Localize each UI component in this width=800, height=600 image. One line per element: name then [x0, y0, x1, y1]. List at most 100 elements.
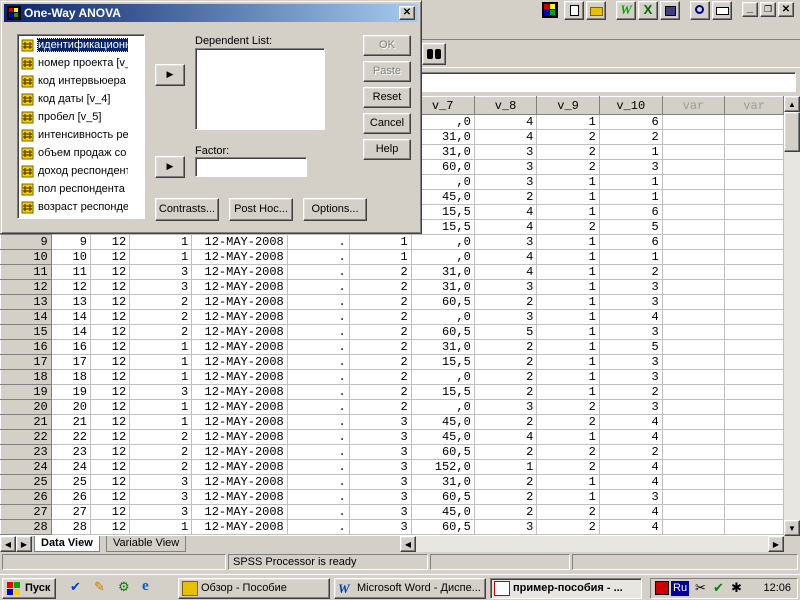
- table-cell[interactable]: 3: [599, 369, 663, 385]
- table-cell[interactable]: 1: [599, 249, 663, 265]
- start-button[interactable]: Пуск: [2, 578, 56, 599]
- ok-button[interactable]: OK: [363, 35, 411, 56]
- table-cell[interactable]: 20: [51, 399, 91, 415]
- table-cell[interactable]: 12: [90, 444, 131, 460]
- table-cell[interactable]: 12-MAY-2008: [191, 489, 288, 505]
- table-cell[interactable]: 23: [51, 444, 91, 460]
- table-cell[interactable]: .: [287, 414, 350, 430]
- table-cell[interactable]: 14: [51, 324, 91, 340]
- table-cell[interactable]: 12-MAY-2008: [191, 294, 288, 310]
- table-cell[interactable]: 4: [599, 414, 663, 430]
- dialog-titlebar[interactable]: One-Way ANOVA ✕: [4, 4, 418, 22]
- table-cell[interactable]: 45,0: [411, 504, 475, 520]
- table-cell[interactable]: 5: [599, 219, 663, 235]
- table-cell[interactable]: 2: [536, 459, 600, 475]
- table-cell[interactable]: [724, 144, 784, 160]
- row-number[interactable]: 18: [0, 369, 52, 385]
- table-cell[interactable]: 3: [599, 399, 663, 415]
- scroll-thumb[interactable]: [144, 52, 145, 172]
- tray-check-icon[interactable]: ✔: [713, 580, 724, 596]
- table-cell[interactable]: [662, 384, 726, 400]
- table-cell[interactable]: 3: [349, 474, 412, 490]
- table-cell[interactable]: 12-MAY-2008: [191, 339, 288, 355]
- table-cell[interactable]: [662, 354, 726, 370]
- table-cell[interactable]: 1: [349, 234, 412, 250]
- table-cell[interactable]: [724, 279, 784, 295]
- row-number[interactable]: 28: [0, 519, 52, 535]
- column-header[interactable]: v_8: [473, 96, 538, 115]
- task-button-spss[interactable]: пример-пособия - ...: [490, 578, 642, 599]
- table-cell[interactable]: 24: [51, 459, 91, 475]
- variable-list-item[interactable]: интенсивность ре: [20, 126, 128, 144]
- table-cell[interactable]: [662, 189, 726, 205]
- table-cell[interactable]: [724, 219, 784, 235]
- table-cell[interactable]: .: [287, 429, 350, 445]
- table-cell[interactable]: 2: [536, 504, 600, 520]
- table-cell[interactable]: [724, 249, 784, 265]
- table-cell[interactable]: 2: [129, 429, 193, 445]
- table-row[interactable]: 17 17 12 1 12-MAY-2008. 2 15,5 2 1 3: [0, 354, 784, 370]
- tab-data-view[interactable]: Data View: [34, 536, 100, 552]
- table-cell[interactable]: .: [287, 474, 350, 490]
- column-header[interactable]: var: [724, 96, 784, 115]
- table-cell[interactable]: 60,5: [411, 519, 475, 535]
- table-cell[interactable]: 2: [474, 384, 538, 400]
- table-cell[interactable]: ,0: [411, 399, 475, 415]
- table-cell[interactable]: 1: [536, 264, 600, 280]
- table-cell[interactable]: 1: [536, 189, 600, 205]
- table-cell[interactable]: ,0: [411, 369, 475, 385]
- variable-list-item[interactable]: идентификационн: [20, 36, 128, 54]
- table-cell[interactable]: 3: [474, 519, 538, 535]
- table-cell[interactable]: .: [287, 384, 350, 400]
- table-cell[interactable]: 12-MAY-2008: [191, 474, 288, 490]
- scroll-up-icon[interactable]: ▲: [784, 96, 800, 112]
- table-cell[interactable]: 60,5: [411, 324, 475, 340]
- table-cell[interactable]: 1: [599, 174, 663, 190]
- table-cell[interactable]: 21: [51, 414, 91, 430]
- row-number[interactable]: 19: [0, 384, 52, 400]
- contrasts-button[interactable]: Contrasts...: [155, 198, 219, 221]
- table-cell[interactable]: [662, 114, 726, 130]
- table-cell[interactable]: 9: [51, 234, 91, 250]
- table-cell[interactable]: [662, 504, 726, 520]
- table-cell[interactable]: 60,5: [411, 444, 475, 460]
- table-cell[interactable]: 3: [474, 174, 538, 190]
- table-cell[interactable]: 1: [536, 354, 600, 370]
- table-cell[interactable]: 3: [474, 159, 538, 175]
- table-cell[interactable]: [724, 504, 784, 520]
- table-cell[interactable]: [662, 489, 726, 505]
- table-cell[interactable]: 1: [536, 384, 600, 400]
- table-cell[interactable]: [662, 324, 726, 340]
- table-cell[interactable]: 12-MAY-2008: [191, 249, 288, 265]
- variable-list-item[interactable]: код даты [v_4]: [20, 90, 128, 108]
- table-cell[interactable]: .: [287, 264, 350, 280]
- file-icon[interactable]: [564, 1, 584, 20]
- table-cell[interactable]: 31,0: [411, 264, 475, 280]
- column-header[interactable]: var: [661, 96, 726, 115]
- table-cell[interactable]: [662, 429, 726, 445]
- table-cell[interactable]: 3: [599, 159, 663, 175]
- table-cell[interactable]: 2: [474, 489, 538, 505]
- table-cell[interactable]: 1: [536, 204, 600, 220]
- table-cell[interactable]: 12: [90, 399, 131, 415]
- table-cell[interactable]: 1: [536, 489, 600, 505]
- save-icon[interactable]: [660, 1, 680, 20]
- table-cell[interactable]: [662, 279, 726, 295]
- horizontal-scroll-track[interactable]: [416, 536, 768, 552]
- tab-variable-view[interactable]: Variable View: [106, 536, 187, 552]
- table-cell[interactable]: .: [287, 249, 350, 265]
- scroll-down-icon[interactable]: ▼: [144, 202, 145, 218]
- word-icon[interactable]: W: [616, 1, 636, 20]
- table-cell[interactable]: [724, 384, 784, 400]
- table-row[interactable]: 11 11 12 3 12-MAY-2008. 2 31,0 4 1 2: [0, 264, 784, 280]
- table-cell[interactable]: [724, 459, 784, 475]
- table-cell[interactable]: 12: [90, 249, 131, 265]
- table-cell[interactable]: 6: [599, 204, 663, 220]
- table-cell[interactable]: [724, 519, 784, 535]
- table-row[interactable]: 23 23 12 2 12-MAY-2008. 3 60,5 2 2 2: [0, 444, 784, 460]
- language-indicator[interactable]: Ru: [671, 581, 690, 596]
- table-cell[interactable]: 2: [349, 384, 412, 400]
- table-cell[interactable]: 12-MAY-2008: [191, 504, 288, 520]
- table-cell[interactable]: 3: [129, 489, 193, 505]
- table-cell[interactable]: 1: [599, 144, 663, 160]
